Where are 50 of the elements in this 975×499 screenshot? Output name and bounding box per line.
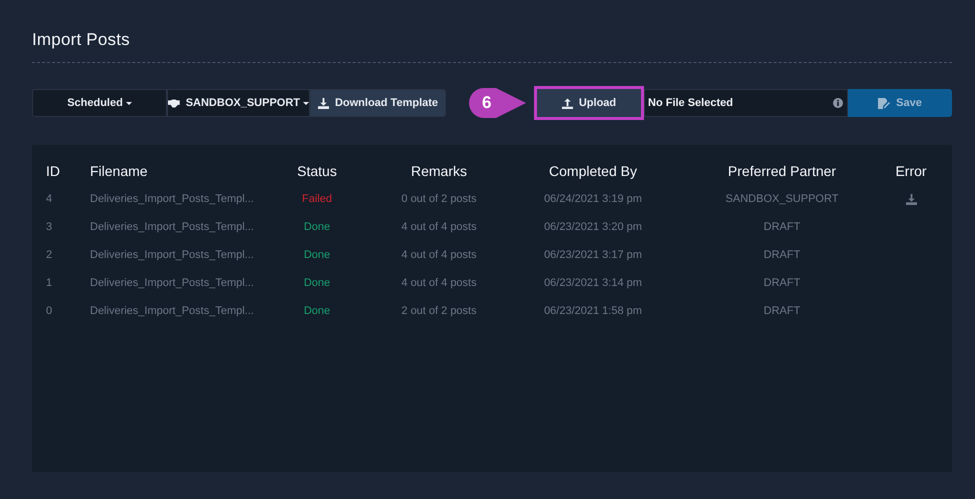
status-text: Done: [302, 305, 332, 317]
status-text: Done: [302, 221, 332, 233]
upload-button[interactable]: Upload: [534, 86, 644, 120]
upload-icon: [562, 98, 573, 108]
step-badge: 6: [469, 88, 526, 118]
page-title: Import Posts: [32, 30, 131, 50]
table-cell-text: 4: [46, 193, 54, 205]
column-header: Filename: [90, 163, 149, 179]
column-header: Error: [894, 163, 928, 179]
download-icon: [906, 194, 916, 204]
download-icon: [318, 98, 329, 108]
table-cell-text: Deliveries_Import_Posts_Templ...: [90, 193, 255, 205]
table-cell-text: DRAFT: [762, 305, 802, 317]
table-cell-text: 2 out of 2 posts: [400, 305, 478, 317]
status-dropdown[interactable]: Scheduled: [32, 89, 167, 117]
status-text: Done: [302, 277, 332, 289]
column-header: Status: [296, 163, 338, 179]
column-header: Completed By: [548, 163, 638, 179]
status-text: Failed: [301, 193, 333, 205]
table-cell-text: 4 out of 4 posts: [400, 277, 478, 289]
column-header: Remarks: [410, 163, 468, 179]
save-button[interactable]: Save: [848, 89, 952, 117]
table-cell-text: 4 out of 4 posts: [400, 221, 478, 233]
status-text: Done: [302, 249, 332, 261]
info-icon: [833, 98, 843, 108]
table-cell-text: DRAFT: [762, 221, 802, 233]
table-cell-text: 06/24/2021 3:19 pm: [543, 193, 643, 205]
table-cell-text: 1: [46, 277, 54, 289]
table-cell-text: Deliveries_Import_Posts_Templ...: [90, 305, 255, 317]
table-cell-text: 06/23/2021 3:14 pm: [543, 277, 643, 289]
edit-document-icon: [878, 98, 890, 108]
column-header: Preferred Partner: [726, 163, 838, 179]
table-cell-text: 3: [46, 221, 54, 233]
table-cell-text: 4 out of 4 posts: [400, 249, 478, 261]
table-cell-text: 06/23/2021 1:58 pm: [543, 305, 643, 317]
column-header: ID: [46, 163, 61, 179]
file-field[interactable]: No File Selected: [644, 89, 848, 117]
table-cell-text: 06/23/2021 3:17 pm: [543, 249, 643, 261]
table-cell-text: 0 out of 2 posts: [400, 193, 478, 205]
table-cell-text: 06/23/2021 3:20 pm: [543, 221, 643, 233]
table-cell-text: SANDBOX_SUPPORT: [724, 193, 840, 205]
partner-dropdown[interactable]: SANDBOX_SUPPORT: [167, 89, 310, 117]
table-cell-text: DRAFT: [762, 277, 802, 289]
table-cell-text: DRAFT: [762, 249, 802, 261]
table-cell-text: Deliveries_Import_Posts_Templ...: [90, 277, 255, 289]
table-cell-text: 2: [46, 249, 54, 261]
table-cell-text: Deliveries_Import_Posts_Templ...: [90, 249, 255, 261]
download-template-button[interactable]: Download Template: [310, 89, 446, 117]
table-cell-text: Deliveries_Import_Posts_Templ...: [90, 221, 255, 233]
table-cell-text: 0: [46, 305, 54, 317]
